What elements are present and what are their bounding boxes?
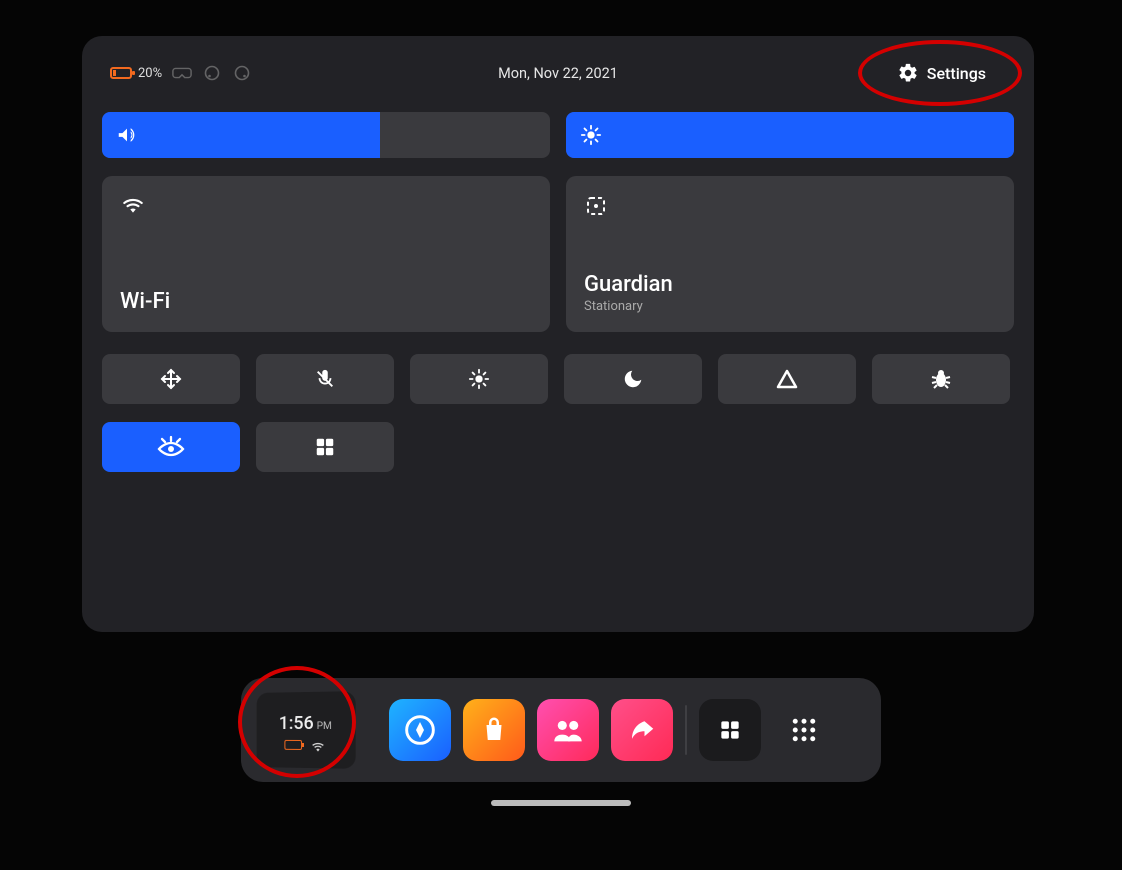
quick-reset-view-button[interactable]	[102, 354, 240, 404]
dock-app-explore[interactable]	[389, 699, 451, 761]
brightness-icon	[580, 112, 602, 158]
dock-separator	[685, 705, 687, 755]
mic-off-icon	[314, 368, 336, 390]
quick-passthrough-shortcut-button[interactable]	[410, 354, 548, 404]
bag-icon	[479, 715, 509, 745]
dock-all-apps[interactable]	[773, 699, 835, 761]
brightness-slider[interactable]	[566, 112, 1014, 158]
grid4-icon	[314, 436, 336, 458]
guardian-subtitle: Stationary	[584, 299, 996, 314]
dock-wifi-icon	[310, 740, 326, 752]
clock-time: 1:56	[279, 712, 314, 733]
quick-night-mode-button[interactable]	[564, 354, 702, 404]
panel-header: 20% Mon, Nov 22, 2021 Settings	[102, 56, 1014, 90]
quick-notifications-button[interactable]	[718, 354, 856, 404]
compass-icon	[404, 714, 436, 746]
bug-icon	[929, 367, 953, 391]
settings-button[interactable]: Settings	[897, 62, 1006, 84]
settings-label: Settings	[927, 64, 986, 83]
triangle-icon	[775, 367, 799, 391]
dock-recent-apps[interactable]	[699, 699, 761, 761]
quick-mute-mic-button[interactable]	[256, 354, 394, 404]
move-icon	[159, 367, 183, 391]
wifi-card[interactable]: Wi-Fi	[102, 176, 550, 332]
sun-icon	[468, 368, 490, 390]
eye-icon	[157, 435, 185, 459]
quick-bug-report-button[interactable]	[872, 354, 1010, 404]
wifi-icon	[120, 194, 532, 214]
volume-slider[interactable]	[102, 112, 550, 158]
people-icon	[552, 716, 584, 744]
dock-app-store[interactable]	[463, 699, 525, 761]
dock-battery-icon	[284, 739, 302, 749]
boundary-icon	[584, 194, 996, 218]
dock-clock-tile[interactable]: 1:56 PM	[257, 691, 356, 769]
battery-icon	[110, 67, 132, 79]
home-indicator[interactable]	[491, 800, 631, 806]
volume-icon	[116, 112, 138, 158]
guardian-card[interactable]: Guardian Stationary	[566, 176, 1014, 332]
headset-icon	[172, 63, 192, 83]
dock-app-share[interactable]	[611, 699, 673, 761]
battery-pct-label: 20%	[138, 66, 162, 81]
clock-ampm: PM	[317, 720, 332, 731]
quick-passthrough-button[interactable]	[102, 422, 240, 472]
controller-right-icon	[232, 63, 252, 83]
battery-status: 20%	[110, 66, 162, 81]
guardian-title: Guardian	[584, 272, 996, 297]
share-icon	[627, 715, 657, 745]
moon-icon	[622, 368, 644, 390]
controller-left-icon	[202, 63, 222, 83]
dock-app-people[interactable]	[537, 699, 599, 761]
gear-icon	[897, 62, 919, 84]
quick-settings-panel: 20% Mon, Nov 22, 2021 Settings	[82, 36, 1034, 632]
header-status-left: 20%	[110, 63, 252, 83]
dock: 1:56 PM	[241, 678, 881, 782]
wifi-title: Wi-Fi	[120, 289, 532, 314]
quick-app-grid-button[interactable]	[256, 422, 394, 472]
